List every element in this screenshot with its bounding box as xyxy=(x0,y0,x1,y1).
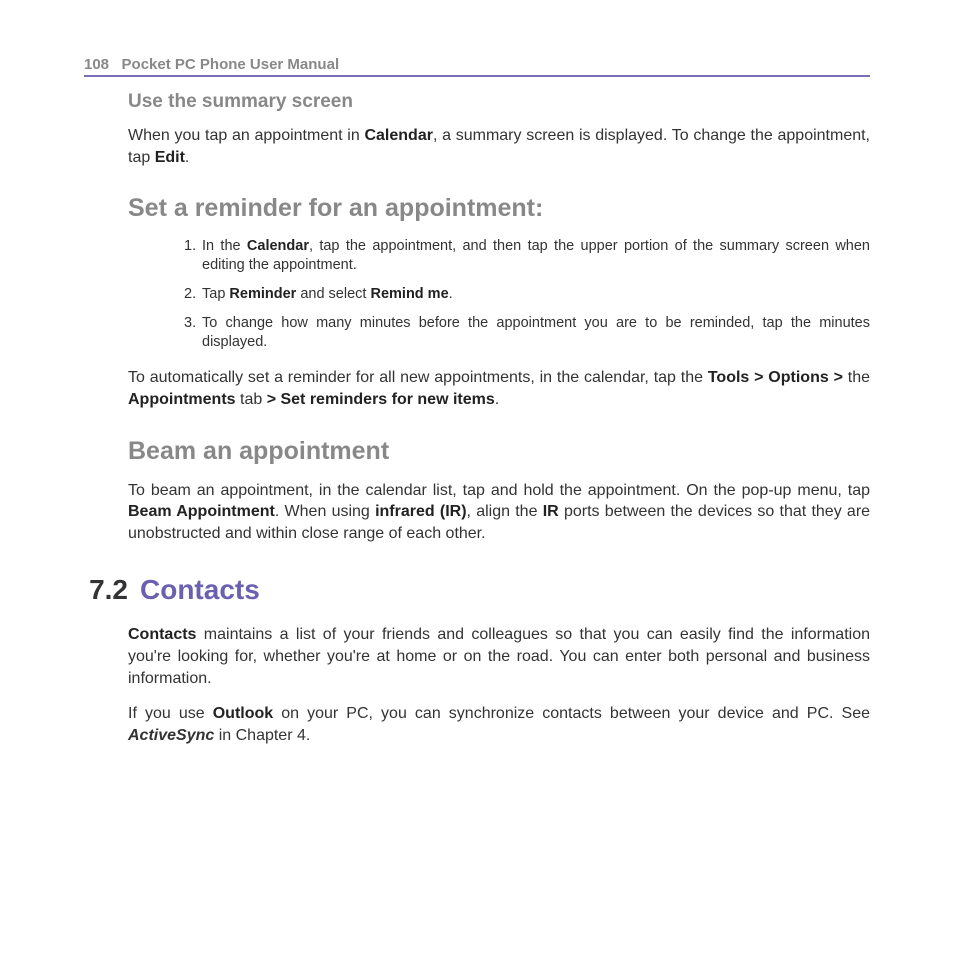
text: In the xyxy=(202,238,247,254)
list-item: To change how many minutes before the ap… xyxy=(184,314,870,352)
paragraph-auto-reminder: To automatically set a reminder for all … xyxy=(128,367,870,410)
page-header-text: 108 Pocket PC Phone User Manual xyxy=(84,56,870,73)
page-header: 108 Pocket PC Phone User Manual xyxy=(84,56,870,77)
bold-appointments: Appointments xyxy=(128,391,236,408)
text: , align the xyxy=(467,503,543,520)
bold-infrared: infrared (IR) xyxy=(375,503,466,520)
text: If you use xyxy=(128,705,213,722)
paragraph-contacts-intro: Contacts maintains a list of your friend… xyxy=(128,624,870,689)
bold-set-reminders: > Set reminders for new items xyxy=(267,391,495,408)
bold-remind-me: Remind me xyxy=(370,286,448,302)
manual-title: Pocket PC Phone User Manual xyxy=(122,56,340,73)
bold-calendar: Calendar xyxy=(364,127,432,144)
text: To automatically set a reminder for all … xyxy=(128,369,708,386)
paragraph-outlook-sync: If you use Outlook on your PC, you can s… xyxy=(128,703,870,746)
text: on your PC, you can synchronize contacts… xyxy=(273,705,870,722)
page-number: 108 xyxy=(84,56,109,73)
chapter-heading: 7.2 Contacts xyxy=(84,574,870,606)
page-content: Use the summary screen When you tap an a… xyxy=(84,91,870,746)
bold-activesync: ActiveSync xyxy=(128,727,214,744)
subheading-summary-screen: Use the summary screen xyxy=(128,91,870,113)
heading-beam-appointment: Beam an appointment xyxy=(128,437,870,466)
ordered-list-reminder-steps: In the Calendar, tap the appointment, an… xyxy=(128,237,870,351)
text: . When using xyxy=(275,503,375,520)
bold-edit: Edit xyxy=(155,149,185,166)
bold-beam-appointment: Beam Appointment xyxy=(128,503,275,520)
paragraph-beam: To beam an appointment, in the calendar … xyxy=(128,480,870,545)
text: To beam an appointment, in the calendar … xyxy=(128,482,870,499)
bold-tools-options: Tools > Options > xyxy=(708,369,848,386)
text: tab xyxy=(236,391,267,408)
bold-contacts: Contacts xyxy=(128,626,196,643)
bold-ir: IR xyxy=(543,503,559,520)
text: . xyxy=(449,286,453,302)
text: Tap xyxy=(202,286,229,302)
list-item: In the Calendar, tap the appointment, an… xyxy=(184,237,870,275)
text: . xyxy=(495,391,499,408)
text: and select xyxy=(296,286,370,302)
bold-outlook: Outlook xyxy=(213,705,273,722)
bold-calendar: Calendar xyxy=(247,238,309,254)
text: maintains a list of your friends and col… xyxy=(128,626,870,686)
text: . xyxy=(185,149,189,166)
heading-set-reminder: Set a reminder for an appointment: xyxy=(128,194,870,223)
chapter-title: Contacts xyxy=(140,574,260,606)
chapter-number: 7.2 xyxy=(84,574,128,606)
text: To change how many minutes before the ap… xyxy=(202,315,870,350)
paragraph-summary: When you tap an appointment in Calendar,… xyxy=(128,125,870,168)
text: When you tap an appointment in xyxy=(128,127,364,144)
list-item: Tap Reminder and select Remind me. xyxy=(184,285,870,304)
text: in Chapter 4. xyxy=(214,727,310,744)
text: the xyxy=(848,369,870,386)
bold-reminder: Reminder xyxy=(229,286,296,302)
